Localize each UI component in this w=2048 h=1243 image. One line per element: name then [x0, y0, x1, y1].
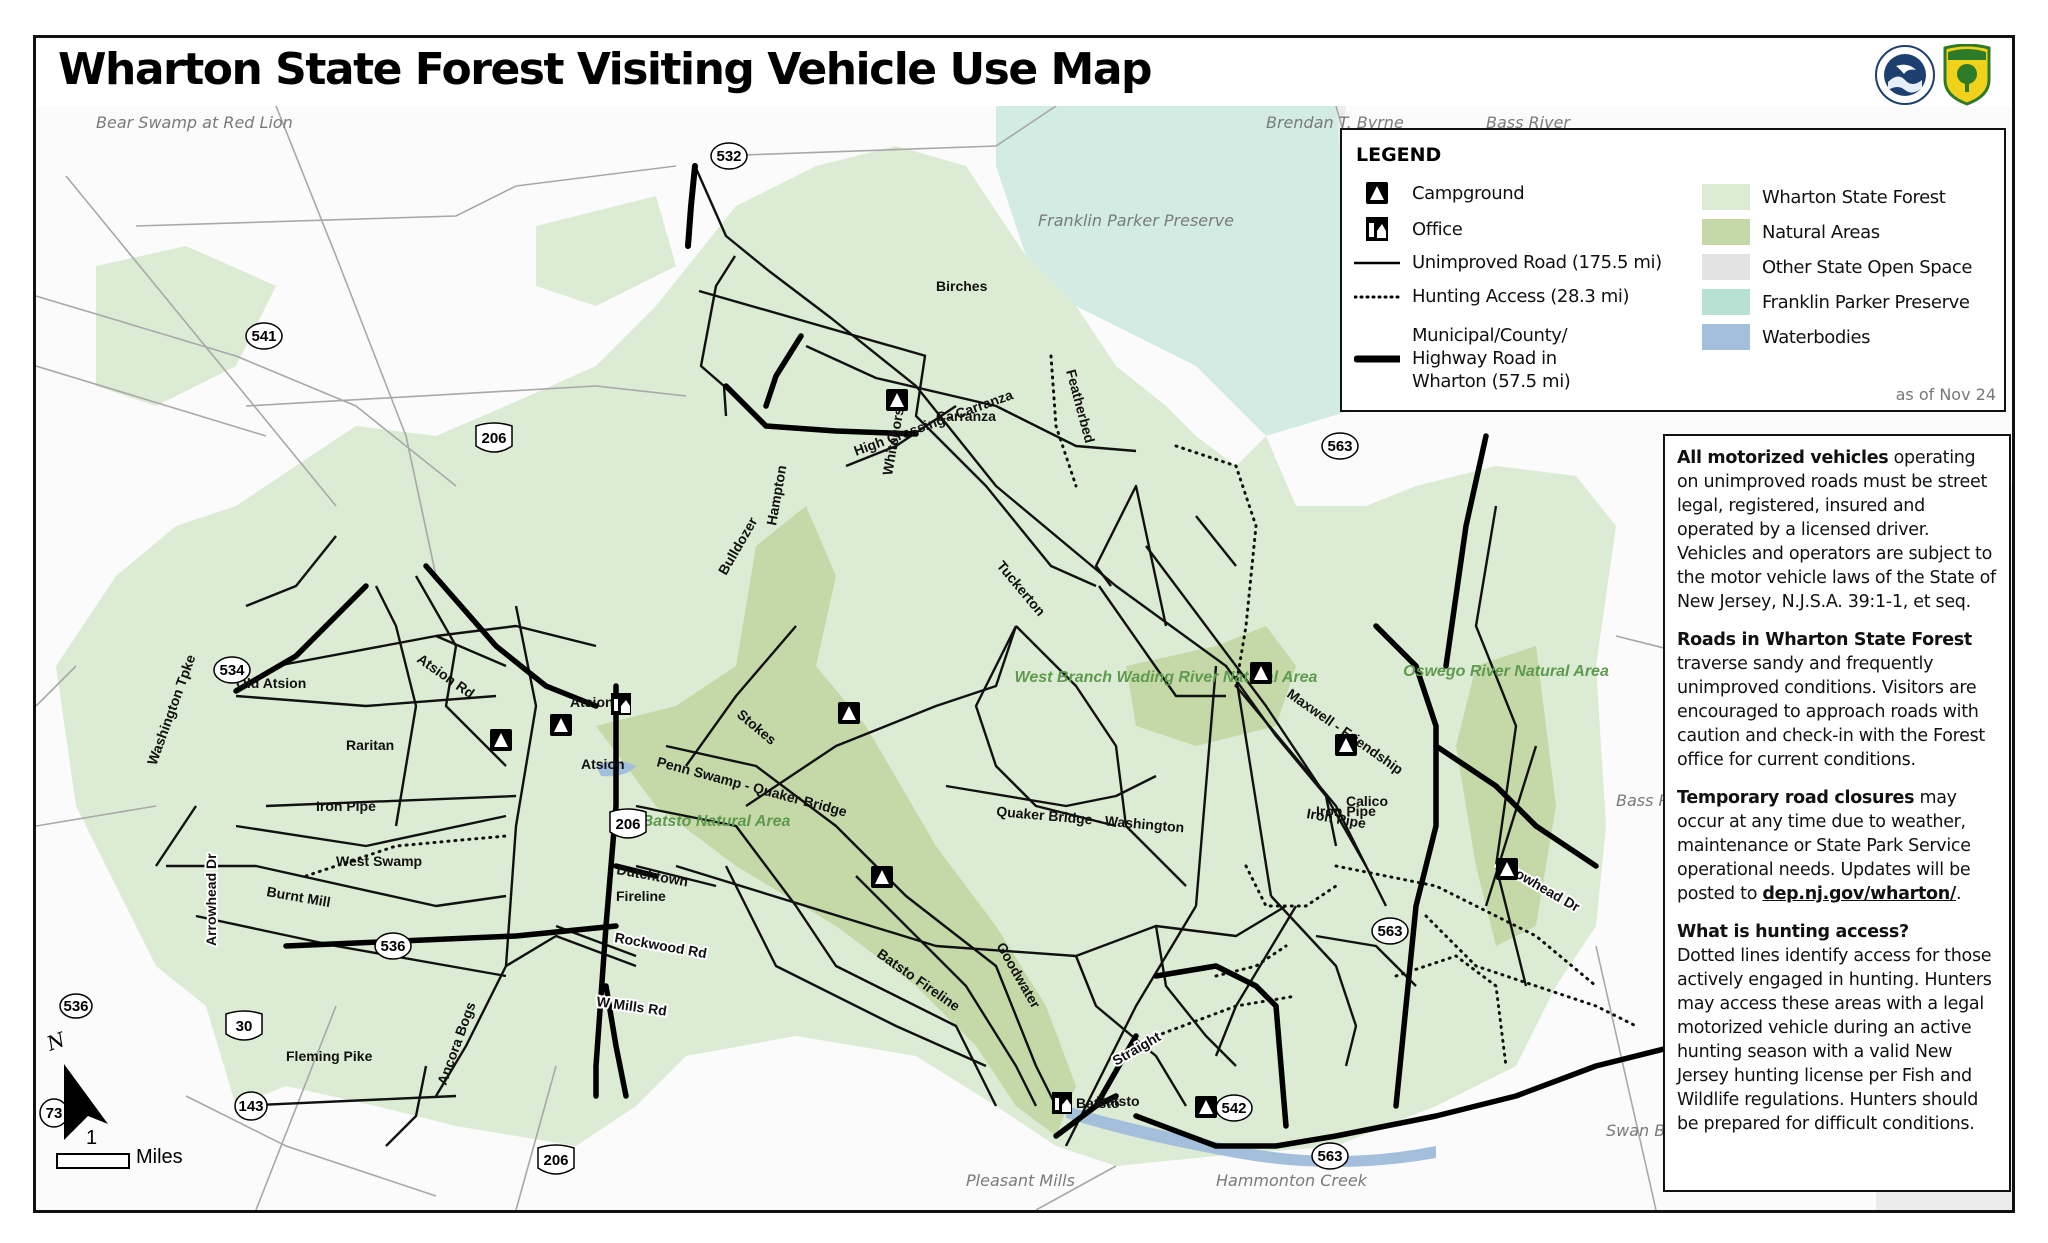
legend-area-other-open-space: Other State Open Space [1702, 254, 1972, 280]
legend-date: as of Nov 24 [1895, 385, 1996, 404]
svg-text:563: 563 [1327, 438, 1352, 455]
state-park-service-badge-icon [1943, 44, 1991, 106]
campground-icon [871, 866, 893, 888]
open-space-swatch [1702, 254, 1750, 280]
legend-heading: LEGEND [1356, 144, 1442, 166]
svg-text:30: 30 [236, 1018, 253, 1035]
route-shield-206: 206 [609, 808, 647, 839]
office-icon-atsion [611, 693, 631, 715]
legend-item-highway-road: Municipal/County/ Highway Road in Wharto… [1354, 324, 1684, 393]
svg-text:206: 206 [543, 1152, 568, 1169]
road-label: Raritan [346, 737, 394, 753]
road-label: Calico [1346, 793, 1388, 809]
legend-item-campground: Campground [1354, 182, 1525, 204]
campground-icon [1195, 1096, 1217, 1118]
place-franklin-parker-preserve: Franklin Parker Preserve [1038, 211, 1234, 230]
franklin-parker-swatch [1702, 289, 1750, 315]
route-shield-532: 532 [710, 142, 748, 170]
wharton-website-link[interactable]: dep.nj.gov/wharton/ [1762, 884, 1956, 904]
road-label: West Swamp [336, 853, 422, 869]
legend-area-franklin-parker: Franklin Parker Preserve [1702, 289, 1970, 315]
agency-logos [1874, 44, 1992, 106]
road-label: Fleming Pike [286, 1048, 373, 1064]
svg-text:542: 542 [1221, 1100, 1246, 1117]
hunting-access-line-icon [1354, 295, 1400, 298]
route-shield-206: 206 [475, 422, 513, 453]
legend-item-hunting-access: Hunting Access (28.3 mi) [1354, 286, 1629, 307]
office-label-batsto: Batsto [1076, 1095, 1120, 1111]
office-icon [1366, 217, 1388, 241]
campground-icon [1250, 662, 1272, 684]
svg-text:206: 206 [615, 816, 640, 833]
scale-bar-box [56, 1153, 130, 1169]
office-label-atsion: Atsion [570, 694, 614, 710]
svg-text:563: 563 [1377, 923, 1402, 940]
campground-icon [1335, 734, 1357, 756]
svg-text:73: 73 [46, 1105, 63, 1122]
title-bar: Wharton State Forest Visiting Vehicle Us… [36, 38, 2012, 109]
note-hunting-access: What is hunting access? Dotted lines iden… [1677, 922, 1992, 1134]
waterbodies-swatch [1702, 324, 1750, 350]
route-shield-536: 536 [59, 993, 93, 1019]
route-shield-534: 534 [213, 656, 251, 684]
scale-value: 1 [86, 1127, 98, 1149]
campground-icon [490, 729, 512, 751]
route-shield-73: 73 [39, 1098, 69, 1128]
legend-area-natural: Natural Areas [1702, 219, 1880, 245]
route-shield-206: 206 [537, 1144, 575, 1175]
road-label: Birches [936, 278, 988, 294]
campground-icon [838, 702, 860, 724]
place-bear-swamp: Bear Swamp at Red Lion [96, 113, 293, 132]
legend-area-wharton: Wharton State Forest [1702, 184, 1946, 210]
svg-text:143: 143 [238, 1098, 263, 1115]
campground-icon [1366, 182, 1388, 204]
route-shield-563: 563 [1371, 917, 1409, 945]
road-label: Atsion [581, 756, 625, 772]
note-road-conditions: Roads in Wharton State Forest traverse s… [1677, 630, 1985, 770]
route-shield-536: 536 [374, 932, 412, 960]
legend-area-waterbodies: Waterbodies [1702, 324, 1871, 350]
road-label: Arrowhead Dr [203, 853, 219, 946]
natural-areas-swatch [1702, 219, 1750, 245]
svg-text:532: 532 [716, 148, 741, 165]
svg-text:563: 563 [1317, 1148, 1342, 1165]
road-label: Fireline [616, 888, 666, 904]
batsto-natural-area-label: Batsto Natural Area [642, 813, 791, 830]
oswego-river-natural-area-label: Oswego River Natural Area [1403, 663, 1609, 680]
unimproved-road-line-icon [1354, 261, 1400, 264]
road-label: Iron Pipe [316, 798, 376, 814]
legend-item-unimproved-road: Unimproved Road (175.5 mi) [1354, 252, 1662, 273]
page-title: Wharton State Forest Visiting Vehicle Us… [58, 44, 1153, 95]
campground-icon [886, 389, 908, 411]
legend-panel: LEGEND Campground Office Unimproved Road… [1340, 128, 2006, 412]
route-shield-541: 541 [245, 322, 283, 350]
note-road-closures: Temporary road closures may occur at any… [1677, 788, 1971, 904]
svg-text:536: 536 [63, 998, 88, 1015]
campground-icon [550, 714, 572, 736]
route-shield-143: 143 [234, 1091, 268, 1121]
route-shield-542: 542 [1215, 1094, 1253, 1122]
map-frame: Wharton State Forest Visiting Vehicle Us… [33, 35, 2015, 1213]
west-branch-natural-area-label: West Branch Wading River Natural Area [1015, 669, 1318, 686]
notes-panel: All motorized vehicles operating on unim… [1663, 434, 2011, 1192]
wharton-swatch [1702, 184, 1750, 210]
highway-road-line-icon [1354, 355, 1400, 362]
place-hammonton-creek: Hammonton Creek [1216, 1171, 1368, 1190]
nj-dep-seal-icon [1875, 45, 1935, 105]
svg-text:534: 534 [219, 662, 245, 679]
route-shield-563: 563 [1311, 1142, 1349, 1170]
office-icon-batsto [1052, 1092, 1072, 1114]
svg-text:536: 536 [380, 938, 405, 955]
place-pleasant-mills: Pleasant Mills [966, 1171, 1075, 1190]
scale-unit: Miles [136, 1146, 183, 1168]
route-shield-563: 563 [1321, 432, 1359, 460]
legend-item-office: Office [1354, 217, 1463, 241]
scale-bar: 1 Miles [56, 1127, 183, 1169]
svg-text:541: 541 [251, 328, 276, 345]
route-shield-30: 30 [225, 1010, 263, 1041]
campground-icon [1496, 858, 1518, 880]
note-street-legal: All motorized vehicles operating on unim… [1677, 448, 1996, 612]
svg-text:206: 206 [481, 430, 506, 447]
